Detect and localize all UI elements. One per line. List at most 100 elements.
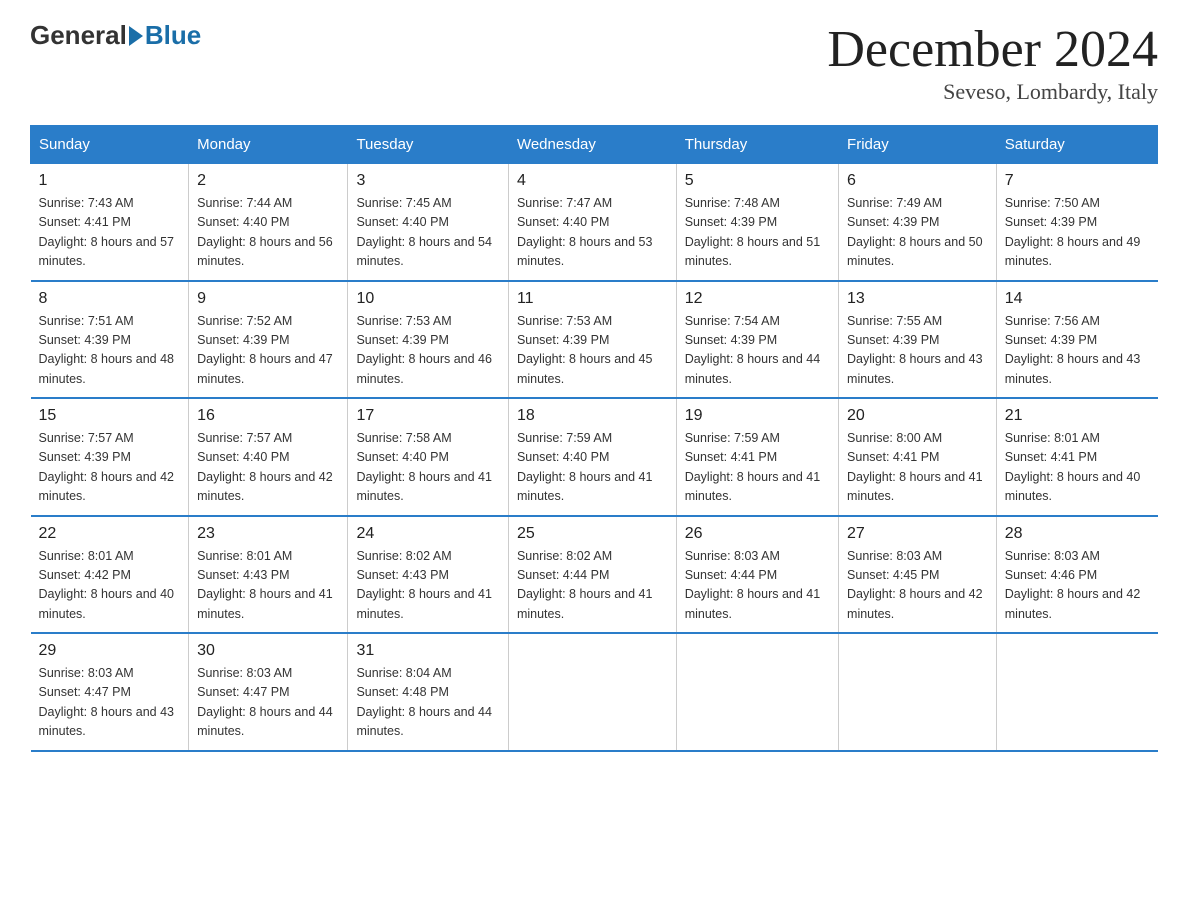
table-row: 12 Sunrise: 7:54 AMSunset: 4:39 PMDaylig… bbox=[676, 281, 838, 399]
table-row bbox=[508, 633, 676, 751]
day-number: 23 bbox=[197, 525, 339, 543]
col-friday: Friday bbox=[839, 126, 997, 164]
day-number: 19 bbox=[685, 407, 830, 425]
day-number: 29 bbox=[39, 642, 181, 660]
day-number: 24 bbox=[356, 525, 500, 543]
col-monday: Monday bbox=[189, 126, 348, 164]
day-info: Sunrise: 7:57 AMSunset: 4:40 PMDaylight:… bbox=[197, 431, 333, 503]
table-row: 14 Sunrise: 7:56 AMSunset: 4:39 PMDaylig… bbox=[996, 281, 1157, 399]
table-row: 9 Sunrise: 7:52 AMSunset: 4:39 PMDayligh… bbox=[189, 281, 348, 399]
day-info: Sunrise: 7:51 AMSunset: 4:39 PMDaylight:… bbox=[39, 314, 175, 386]
table-row: 10 Sunrise: 7:53 AMSunset: 4:39 PMDaylig… bbox=[348, 281, 509, 399]
col-sunday: Sunday bbox=[31, 126, 189, 164]
table-row: 29 Sunrise: 8:03 AMSunset: 4:47 PMDaylig… bbox=[31, 633, 189, 751]
day-info: Sunrise: 8:01 AMSunset: 4:43 PMDaylight:… bbox=[197, 549, 333, 621]
day-info: Sunrise: 7:59 AMSunset: 4:41 PMDaylight:… bbox=[685, 431, 821, 503]
day-number: 21 bbox=[1005, 407, 1150, 425]
day-info: Sunrise: 7:44 AMSunset: 4:40 PMDaylight:… bbox=[197, 196, 333, 268]
table-row: 24 Sunrise: 8:02 AMSunset: 4:43 PMDaylig… bbox=[348, 516, 509, 634]
table-row: 16 Sunrise: 7:57 AMSunset: 4:40 PMDaylig… bbox=[189, 398, 348, 516]
week-row-2: 8 Sunrise: 7:51 AMSunset: 4:39 PMDayligh… bbox=[31, 281, 1158, 399]
day-info: Sunrise: 7:58 AMSunset: 4:40 PMDaylight:… bbox=[356, 431, 492, 503]
col-wednesday: Wednesday bbox=[508, 126, 676, 164]
logo-general-text: General bbox=[30, 20, 127, 51]
day-info: Sunrise: 7:53 AMSunset: 4:39 PMDaylight:… bbox=[517, 314, 653, 386]
day-number: 26 bbox=[685, 525, 830, 543]
calendar-body: 1 Sunrise: 7:43 AMSunset: 4:41 PMDayligh… bbox=[31, 164, 1158, 751]
day-info: Sunrise: 7:50 AMSunset: 4:39 PMDaylight:… bbox=[1005, 196, 1141, 268]
day-number: 31 bbox=[356, 642, 500, 660]
table-row: 6 Sunrise: 7:49 AMSunset: 4:39 PMDayligh… bbox=[839, 164, 997, 281]
day-info: Sunrise: 7:45 AMSunset: 4:40 PMDaylight:… bbox=[356, 196, 492, 268]
day-info: Sunrise: 7:54 AMSunset: 4:39 PMDaylight:… bbox=[685, 314, 821, 386]
day-info: Sunrise: 8:03 AMSunset: 4:47 PMDaylight:… bbox=[197, 666, 333, 738]
day-number: 22 bbox=[39, 525, 181, 543]
header-row: Sunday Monday Tuesday Wednesday Thursday… bbox=[31, 126, 1158, 164]
day-number: 12 bbox=[685, 290, 830, 308]
day-info: Sunrise: 7:56 AMSunset: 4:39 PMDaylight:… bbox=[1005, 314, 1141, 386]
table-row: 25 Sunrise: 8:02 AMSunset: 4:44 PMDaylig… bbox=[508, 516, 676, 634]
table-row: 31 Sunrise: 8:04 AMSunset: 4:48 PMDaylig… bbox=[348, 633, 509, 751]
day-info: Sunrise: 7:49 AMSunset: 4:39 PMDaylight:… bbox=[847, 196, 983, 268]
day-number: 3 bbox=[356, 172, 500, 190]
day-number: 30 bbox=[197, 642, 339, 660]
day-info: Sunrise: 8:03 AMSunset: 4:44 PMDaylight:… bbox=[685, 549, 821, 621]
table-row: 4 Sunrise: 7:47 AMSunset: 4:40 PMDayligh… bbox=[508, 164, 676, 281]
table-row bbox=[839, 633, 997, 751]
day-number: 6 bbox=[847, 172, 988, 190]
day-number: 15 bbox=[39, 407, 181, 425]
day-info: Sunrise: 8:02 AMSunset: 4:43 PMDaylight:… bbox=[356, 549, 492, 621]
day-number: 11 bbox=[517, 290, 668, 308]
day-number: 18 bbox=[517, 407, 668, 425]
table-row: 7 Sunrise: 7:50 AMSunset: 4:39 PMDayligh… bbox=[996, 164, 1157, 281]
week-row-5: 29 Sunrise: 8:03 AMSunset: 4:47 PMDaylig… bbox=[31, 633, 1158, 751]
page-title: December 2024 bbox=[827, 20, 1158, 79]
table-row: 28 Sunrise: 8:03 AMSunset: 4:46 PMDaylig… bbox=[996, 516, 1157, 634]
day-number: 7 bbox=[1005, 172, 1150, 190]
day-info: Sunrise: 8:01 AMSunset: 4:41 PMDaylight:… bbox=[1005, 431, 1141, 503]
table-row: 19 Sunrise: 7:59 AMSunset: 4:41 PMDaylig… bbox=[676, 398, 838, 516]
table-row bbox=[996, 633, 1157, 751]
day-number: 8 bbox=[39, 290, 181, 308]
table-row: 30 Sunrise: 8:03 AMSunset: 4:47 PMDaylig… bbox=[189, 633, 348, 751]
table-row: 22 Sunrise: 8:01 AMSunset: 4:42 PMDaylig… bbox=[31, 516, 189, 634]
day-info: Sunrise: 7:48 AMSunset: 4:39 PMDaylight:… bbox=[685, 196, 821, 268]
table-row: 2 Sunrise: 7:44 AMSunset: 4:40 PMDayligh… bbox=[189, 164, 348, 281]
day-number: 9 bbox=[197, 290, 339, 308]
page-header: General Blue December 2024 Seveso, Lomba… bbox=[30, 20, 1158, 105]
table-row bbox=[676, 633, 838, 751]
day-info: Sunrise: 7:43 AMSunset: 4:41 PMDaylight:… bbox=[39, 196, 175, 268]
day-number: 13 bbox=[847, 290, 988, 308]
table-row: 17 Sunrise: 7:58 AMSunset: 4:40 PMDaylig… bbox=[348, 398, 509, 516]
day-info: Sunrise: 7:52 AMSunset: 4:39 PMDaylight:… bbox=[197, 314, 333, 386]
day-number: 25 bbox=[517, 525, 668, 543]
table-row: 20 Sunrise: 8:00 AMSunset: 4:41 PMDaylig… bbox=[839, 398, 997, 516]
day-info: Sunrise: 7:53 AMSunset: 4:39 PMDaylight:… bbox=[356, 314, 492, 386]
day-info: Sunrise: 8:03 AMSunset: 4:45 PMDaylight:… bbox=[847, 549, 983, 621]
table-row: 15 Sunrise: 7:57 AMSunset: 4:39 PMDaylig… bbox=[31, 398, 189, 516]
day-info: Sunrise: 7:55 AMSunset: 4:39 PMDaylight:… bbox=[847, 314, 983, 386]
table-row: 5 Sunrise: 7:48 AMSunset: 4:39 PMDayligh… bbox=[676, 164, 838, 281]
day-number: 17 bbox=[356, 407, 500, 425]
day-number: 5 bbox=[685, 172, 830, 190]
day-info: Sunrise: 7:47 AMSunset: 4:40 PMDaylight:… bbox=[517, 196, 653, 268]
week-row-1: 1 Sunrise: 7:43 AMSunset: 4:41 PMDayligh… bbox=[31, 164, 1158, 281]
day-number: 28 bbox=[1005, 525, 1150, 543]
logo-blue-text: Blue bbox=[145, 20, 201, 51]
day-number: 20 bbox=[847, 407, 988, 425]
table-row: 27 Sunrise: 8:03 AMSunset: 4:45 PMDaylig… bbox=[839, 516, 997, 634]
table-row: 3 Sunrise: 7:45 AMSunset: 4:40 PMDayligh… bbox=[348, 164, 509, 281]
day-info: Sunrise: 8:03 AMSunset: 4:47 PMDaylight:… bbox=[39, 666, 175, 738]
table-row: 21 Sunrise: 8:01 AMSunset: 4:41 PMDaylig… bbox=[996, 398, 1157, 516]
week-row-4: 22 Sunrise: 8:01 AMSunset: 4:42 PMDaylig… bbox=[31, 516, 1158, 634]
logo: General Blue bbox=[30, 20, 201, 51]
day-info: Sunrise: 8:03 AMSunset: 4:46 PMDaylight:… bbox=[1005, 549, 1141, 621]
page-subtitle: Seveso, Lombardy, Italy bbox=[827, 79, 1158, 105]
table-row: 18 Sunrise: 7:59 AMSunset: 4:40 PMDaylig… bbox=[508, 398, 676, 516]
day-info: Sunrise: 8:04 AMSunset: 4:48 PMDaylight:… bbox=[356, 666, 492, 738]
day-number: 10 bbox=[356, 290, 500, 308]
table-row: 26 Sunrise: 8:03 AMSunset: 4:44 PMDaylig… bbox=[676, 516, 838, 634]
table-row: 13 Sunrise: 7:55 AMSunset: 4:39 PMDaylig… bbox=[839, 281, 997, 399]
table-row: 23 Sunrise: 8:01 AMSunset: 4:43 PMDaylig… bbox=[189, 516, 348, 634]
day-number: 16 bbox=[197, 407, 339, 425]
